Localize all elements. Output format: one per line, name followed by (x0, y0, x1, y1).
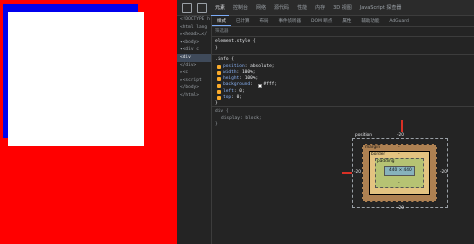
checkbox-icon[interactable] (217, 89, 221, 94)
inspect-icon[interactable] (182, 2, 192, 13)
checkbox-icon[interactable] (217, 83, 221, 88)
element-style-close: } (215, 45, 218, 51)
padding-label: padding (377, 159, 395, 164)
devtools-toolbar: 元素 控制台 网络 源代码 性能 内存 3D 视图 JavaScript 探查器 (177, 0, 474, 16)
box-model-pane: position -20 -20 -20 -20 margin - border… (211, 120, 474, 244)
position-left-value[interactable]: -20 (354, 170, 361, 175)
content-size[interactable]: 440 × 440 (389, 168, 412, 173)
checkbox-icon[interactable] (217, 96, 221, 101)
devtools-tabs: 元素 控制台 网络 源代码 性能 内存 3D 视图 JavaScript 探查器 (211, 0, 405, 16)
tree-node[interactable]: ▾<div c (177, 46, 211, 54)
element-style-rule: element.style { } (212, 37, 474, 55)
info-rule: .info { position: absolute; width: 100%;… (212, 55, 474, 110)
tree-node[interactable]: <html lang (177, 24, 211, 32)
tree-node[interactable]: ▸<c (177, 69, 211, 77)
checkbox-icon[interactable] (217, 64, 221, 69)
checkbox-icon[interactable] (217, 70, 221, 75)
tree-node[interactable]: </html> (177, 92, 211, 100)
subtab-event-listeners[interactable]: 事件侦听器 (274, 16, 307, 26)
white-box (8, 12, 144, 146)
tab-sources[interactable]: 源代码 (270, 0, 293, 16)
subtab-layout[interactable]: 布局 (255, 16, 274, 26)
tree-node-selected[interactable]: <div (177, 53, 211, 62)
tab-memory[interactable]: 内存 (311, 0, 329, 16)
position-label: position (355, 133, 373, 138)
user-agent-rule: div { display: block; } (212, 106, 474, 131)
checkbox-icon[interactable] (217, 77, 221, 82)
position-top-value[interactable]: -20 (397, 133, 404, 138)
tab-performance[interactable]: 性能 (293, 0, 311, 16)
margin-label: margin (365, 145, 381, 150)
subtab-dom-breakpoints[interactable]: DOM 断点 (306, 16, 337, 26)
declaration-value[interactable]: 0; (237, 95, 242, 101)
styles-subtabs: 样式 已计算 布局 事件侦听器 DOM 断点 属性 辅助功能 AdGuard (212, 16, 474, 27)
styles-filter-input[interactable]: 筛选器 (212, 27, 474, 37)
subtab-computed[interactable]: 已计算 (231, 16, 255, 26)
subtab-accessibility[interactable]: 辅助功能 (356, 16, 384, 26)
tab-3d-view[interactable]: 3D 视图 (329, 0, 356, 16)
border-value[interactable]: - (398, 152, 400, 157)
tree-node[interactable]: ▾<body> (177, 39, 211, 47)
tab-network[interactable]: 网络 (252, 0, 270, 16)
tree-node[interactable]: <!DOCTYPE h (177, 16, 211, 24)
dom-tree: <!DOCTYPE h <html lang ▸<head>…</ ▾<body… (177, 16, 211, 102)
tab-elements[interactable]: 元素 (211, 0, 230, 16)
declaration-value[interactable]: #fff; (264, 82, 278, 88)
subtab-properties[interactable]: 属性 (337, 16, 356, 26)
tab-console[interactable]: 控制台 (229, 0, 252, 16)
border-label: border (371, 152, 386, 157)
color-swatch-icon[interactable] (257, 83, 262, 88)
tab-js-profiler[interactable]: JavaScript 探查器 (356, 0, 406, 16)
devtools-panel: 元素 控制台 网络 源代码 性能 内存 3D 视图 JavaScript 探查器… (177, 0, 474, 244)
padding-value[interactable]: - (398, 181, 400, 186)
annotation-arrow-left (342, 172, 352, 174)
tree-node[interactable]: ▸<script (177, 77, 211, 85)
position-right-value[interactable]: -20 (440, 170, 447, 175)
annotation-arrow-top (401, 120, 403, 132)
position-bottom-value[interactable]: -20 (397, 206, 404, 211)
margin-value[interactable]: - (398, 145, 400, 150)
tree-node[interactable]: </body> (177, 84, 211, 92)
styles-pane: 样式 已计算 布局 事件侦听器 DOM 断点 属性 辅助功能 AdGuard 筛… (211, 16, 474, 128)
page-preview (0, 0, 177, 244)
declaration-property: top (223, 94, 232, 100)
subtab-adguard[interactable]: AdGuard (384, 16, 414, 26)
tree-node[interactable]: ▸<head>…</ (177, 31, 211, 39)
tree-node[interactable]: </div> (177, 62, 211, 70)
subtab-styles[interactable]: 样式 (212, 16, 231, 26)
device-icon[interactable] (197, 2, 207, 13)
